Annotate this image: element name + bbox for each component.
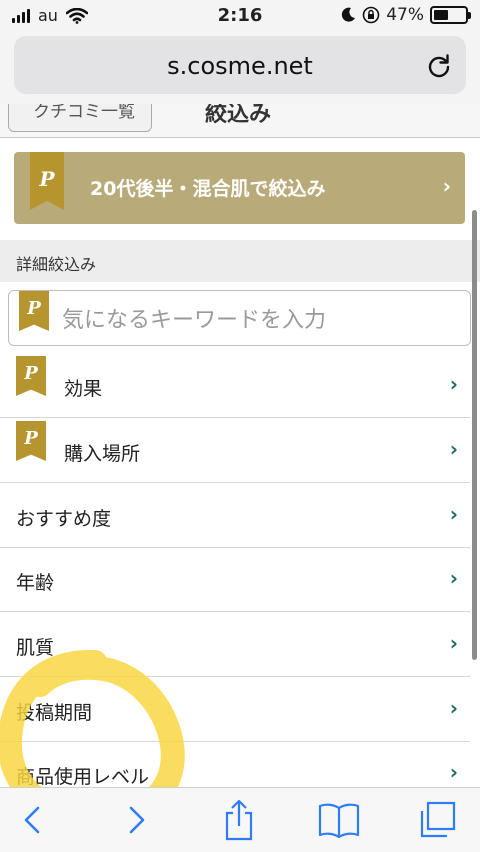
filter-row-skin-type[interactable]: 肌質 › <box>0 613 470 677</box>
filter-row-recommendation[interactable]: おすすめ度 › <box>0 484 470 548</box>
premium-badge-icon: P <box>16 356 46 396</box>
filter-row-post-period[interactable]: 投稿期間 › <box>0 678 470 742</box>
chevron-right-icon: › <box>449 566 458 590</box>
back-to-reviews-button[interactable]: クチコミ一覧 <box>8 104 152 132</box>
url-text[interactable]: s.cosme.net <box>14 52 466 80</box>
section-title: 詳細絞込み <box>0 240 480 282</box>
row-label: 年齢 <box>16 572 55 594</box>
row-label: 効果 <box>64 378 103 400</box>
chevron-right-icon: › <box>449 372 458 396</box>
chevron-right-icon: › <box>449 696 458 720</box>
premium-badge-icon: P <box>19 291 49 331</box>
back-icon[interactable] <box>8 796 56 844</box>
moon-icon <box>342 7 356 22</box>
keyword-search-input[interactable]: P 気になるキーワードを入力 <box>8 290 471 346</box>
chevron-right-icon: › <box>449 631 458 655</box>
banner-text: 20代後半・混合肌で絞込み <box>90 178 326 200</box>
share-icon[interactable] <box>215 796 263 844</box>
status-right: 47% <box>340 5 471 25</box>
page-title: 絞込み <box>205 104 272 127</box>
chevron-right-icon: › <box>449 760 458 784</box>
premium-badge-icon: P <box>16 421 46 461</box>
bookmarks-icon[interactable] <box>315 796 363 844</box>
scrollbar[interactable] <box>472 210 477 660</box>
filter-row-age[interactable]: 年齢 › <box>0 548 470 612</box>
filter-preset-banner[interactable]: P 20代後半・混合肌で絞込み › <box>14 152 465 224</box>
filter-row-effect[interactable]: P 効果 › <box>0 354 470 418</box>
forward-icon[interactable] <box>113 796 161 844</box>
row-label: 商品使用レベル <box>16 766 150 788</box>
tabs-icon[interactable] <box>414 796 462 844</box>
filter-row-purchase-place[interactable]: P 購入場所 › <box>0 419 470 483</box>
url-bar[interactable]: s.cosme.net <box>14 36 466 94</box>
premium-badge-icon: P <box>30 152 64 210</box>
search-placeholder: 気になるキーワードを入力 <box>62 308 327 333</box>
battery-icon <box>430 6 471 24</box>
row-label: 購入場所 <box>64 443 141 465</box>
chevron-right-icon: › <box>449 502 458 526</box>
url-bar-container: s.cosme.net <box>0 32 480 104</box>
status-bar: au 2:16 47% <box>0 0 480 32</box>
battery-percent: 47% <box>386 5 424 25</box>
page-header: クチコミ一覧 絞込み <box>0 104 480 138</box>
orientation-lock-icon <box>362 6 380 24</box>
row-label: 肌質 <box>16 637 55 659</box>
row-label: おすすめ度 <box>16 508 112 530</box>
row-label: 投稿期間 <box>16 702 93 724</box>
chevron-right-icon: › <box>449 437 458 461</box>
browser-toolbar <box>0 787 480 852</box>
reload-icon[interactable] <box>426 53 452 79</box>
chevron-right-icon: › <box>442 174 451 198</box>
